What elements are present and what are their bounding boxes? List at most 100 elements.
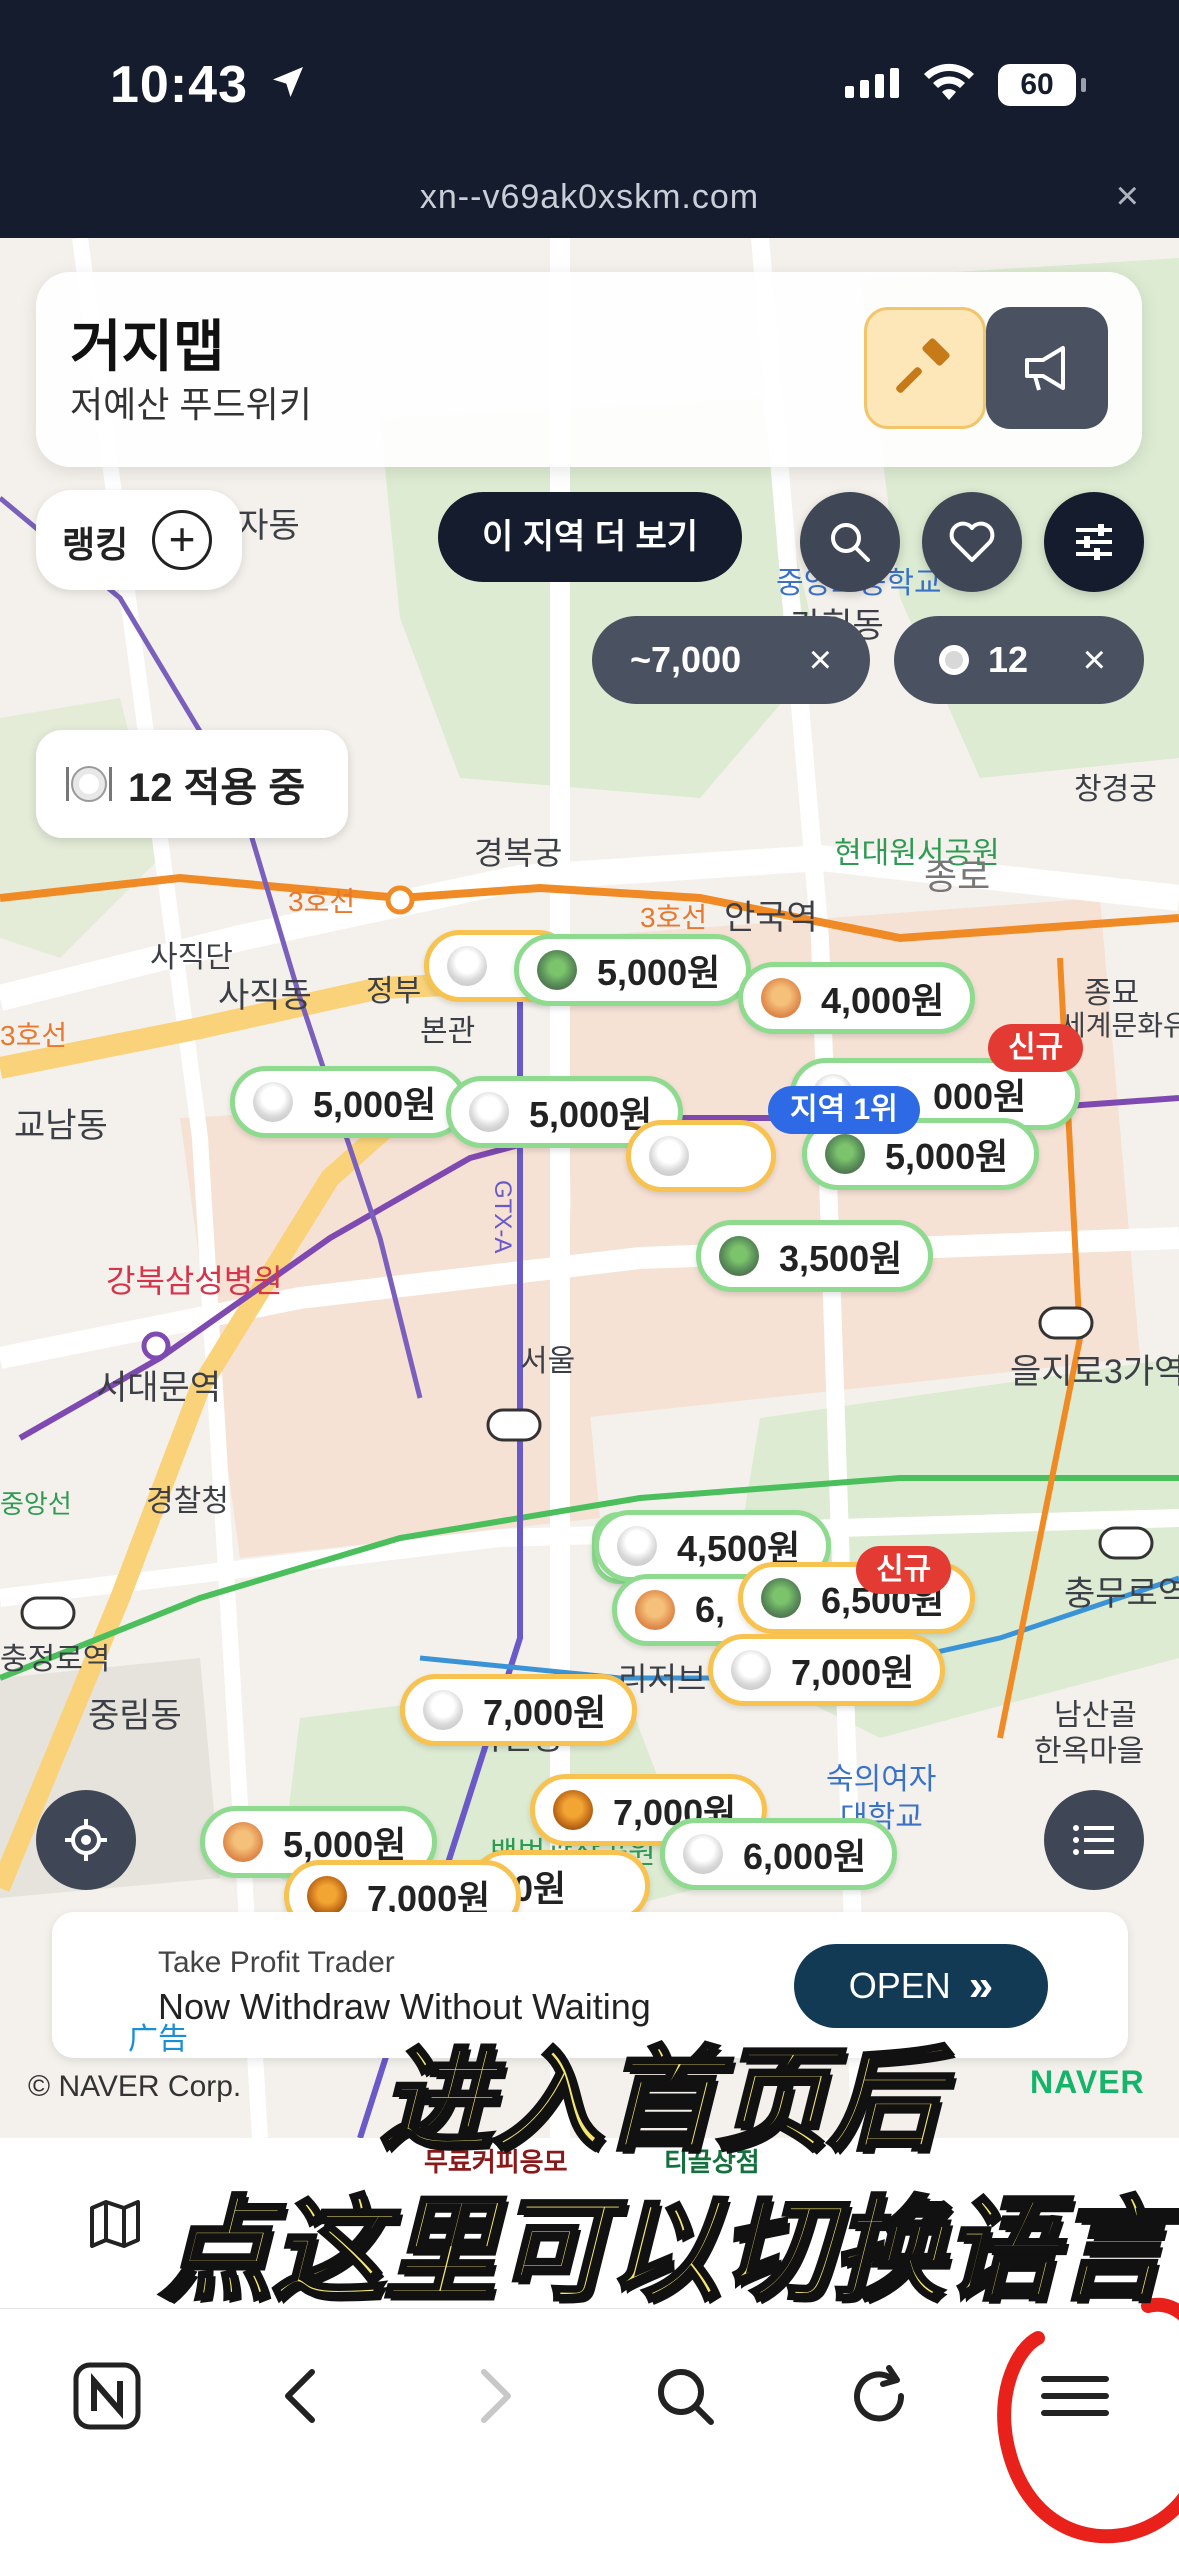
food-icon bbox=[423, 1690, 463, 1730]
battery-icon: 60 bbox=[998, 64, 1086, 106]
app-title: 거지맵 bbox=[70, 315, 225, 378]
map-view-button[interactable] bbox=[88, 2200, 142, 2253]
place-changgyeong: 창경궁 bbox=[1074, 773, 1157, 806]
price-marker[interactable]: 7,000원 bbox=[400, 1674, 638, 1746]
price-text: 6, bbox=[695, 1589, 726, 1630]
food-icon bbox=[683, 1834, 723, 1874]
ad-label: 广告 bbox=[128, 2023, 188, 2056]
list-view-button[interactable] bbox=[1044, 1790, 1144, 1890]
plate-icon bbox=[939, 645, 969, 675]
naver-logo: NAVER bbox=[1030, 2064, 1145, 2100]
price-marker[interactable]: 5,000원 bbox=[514, 934, 752, 1006]
url-text[interactable]: xn--v69ak0xskm.com bbox=[0, 178, 1179, 217]
place-jongno: 종로 bbox=[924, 856, 991, 897]
bowl-icon bbox=[447, 946, 487, 986]
price-text: 4,000원 bbox=[821, 980, 945, 1021]
map-icon bbox=[90, 2200, 140, 2248]
ranking-button[interactable]: 랭킹 + bbox=[36, 490, 242, 590]
search-this-area-button[interactable]: 이 지역 더 보기 bbox=[438, 492, 742, 582]
app-subtitle: 저예산 푸드위키 bbox=[70, 384, 312, 425]
price-marker[interactable]: 7,000원 bbox=[708, 1634, 946, 1706]
price-text: 5,000원 bbox=[313, 1084, 437, 1125]
food-icon bbox=[253, 1082, 293, 1122]
search-icon bbox=[658, 2369, 714, 2425]
close-icon[interactable]: × bbox=[1083, 638, 1106, 683]
forward-button[interactable] bbox=[450, 2351, 540, 2441]
price-marker[interactable]: 6,000원 bbox=[660, 1818, 898, 1890]
food-icon bbox=[761, 978, 801, 1018]
applied-filters-text: 12 적용 중 bbox=[128, 766, 306, 810]
food-icon bbox=[649, 1136, 689, 1176]
caption-line-1: 进入首页后 bbox=[378, 2034, 942, 2168]
line-3-label: 3호선 bbox=[0, 1020, 68, 1051]
heart-icon bbox=[949, 521, 995, 562]
caption-line-2: 点这里可以切换语言 bbox=[158, 2184, 1170, 2318]
price-text: 7,000원 bbox=[791, 1652, 915, 1693]
food-icon bbox=[307, 1876, 347, 1916]
food-icon bbox=[617, 1526, 657, 1566]
food-icon bbox=[553, 1790, 593, 1830]
line-jungang-label: 중앙선 bbox=[0, 1489, 72, 1519]
price-marker[interactable]: 3,500원 bbox=[696, 1220, 934, 1292]
new-badge: 신규 bbox=[988, 1024, 1084, 1072]
search-button[interactable] bbox=[800, 492, 900, 592]
url-bar[interactable]: xn--v69ak0xskm.com × bbox=[0, 160, 1179, 238]
search-button[interactable] bbox=[640, 2351, 730, 2441]
applied-filters-badge[interactable]: 12 적용 중 bbox=[36, 730, 348, 838]
place-jeongbu: 정부 bbox=[366, 975, 422, 1008]
line-3-label: 3호선 bbox=[288, 886, 356, 917]
category-filter-chip[interactable]: 12 × bbox=[894, 616, 1144, 704]
place-gyeongchal: 경찰청 bbox=[146, 1485, 229, 1518]
price-marker[interactable]: 5,000원 bbox=[230, 1066, 468, 1138]
favorites-button[interactable] bbox=[922, 492, 1022, 592]
line-3-label: 3호선 bbox=[640, 902, 708, 933]
cellular-signal-icon bbox=[845, 68, 899, 98]
refresh-button[interactable] bbox=[834, 2351, 924, 2441]
chevron-left-icon bbox=[285, 2369, 315, 2423]
hammer-icon bbox=[896, 338, 950, 393]
place-bonchung: 본관 bbox=[420, 1015, 476, 1048]
megaphone-icon bbox=[1025, 346, 1065, 391]
food-icon bbox=[469, 1092, 509, 1132]
price-filter-chip[interactable]: ~7,000 × bbox=[592, 616, 870, 704]
ranking-label: 랭킹 bbox=[62, 524, 129, 565]
price-filter-label: ~7,000 bbox=[630, 639, 742, 680]
place-gyeongbok: 경복궁 bbox=[474, 835, 563, 871]
search-icon bbox=[831, 523, 870, 562]
food-icon bbox=[731, 1650, 771, 1690]
price-text: 5,000원 bbox=[597, 952, 721, 993]
place-seodaemun: 서대문역 bbox=[96, 1369, 222, 1407]
place-chungjeongno: 충정로역 bbox=[0, 1643, 111, 1676]
announcement-button[interactable] bbox=[986, 307, 1108, 429]
back-button[interactable] bbox=[256, 2351, 346, 2441]
annotation-circle bbox=[997, 2297, 1179, 2544]
close-icon[interactable]: × bbox=[809, 638, 832, 683]
chevron-right-icon bbox=[481, 2369, 511, 2423]
hammer-button[interactable] bbox=[864, 307, 986, 429]
naver-home-button[interactable] bbox=[62, 2351, 152, 2441]
sliders-icon bbox=[1076, 524, 1112, 560]
price-marker[interactable] bbox=[626, 1120, 776, 1192]
price-text: 7,000원 bbox=[483, 1692, 607, 1733]
filter-button[interactable] bbox=[1044, 492, 1144, 592]
line-gtx-label: GTX-A bbox=[489, 1180, 516, 1254]
new-badge: 신규 bbox=[856, 1546, 952, 1594]
place-sajik: 사직동 bbox=[218, 977, 312, 1015]
food-icon bbox=[635, 1590, 675, 1630]
food-icon bbox=[719, 1236, 759, 1276]
price-text: 5,000원 bbox=[885, 1136, 1009, 1177]
close-icon[interactable]: × bbox=[1116, 174, 1139, 219]
place-anguk: 안국역 bbox=[724, 899, 818, 937]
app-header: 거지맵 저예산 푸드위키 bbox=[36, 272, 1142, 467]
price-text: 5,000원 bbox=[529, 1094, 653, 1135]
list-icon bbox=[1073, 1825, 1114, 1855]
my-location-button[interactable] bbox=[36, 1790, 136, 1890]
refresh-icon bbox=[854, 2365, 905, 2422]
wifi-icon bbox=[922, 60, 976, 109]
plus-icon[interactable]: + bbox=[152, 510, 212, 570]
place-jungnim: 중림동 bbox=[88, 1697, 182, 1735]
naver-n-icon bbox=[73, 2362, 141, 2430]
price-marker[interactable]: 4,000원 bbox=[738, 962, 976, 1034]
plate-cutlery-icon bbox=[66, 766, 112, 802]
ad-open-label: OPEN bbox=[848, 1965, 951, 2006]
